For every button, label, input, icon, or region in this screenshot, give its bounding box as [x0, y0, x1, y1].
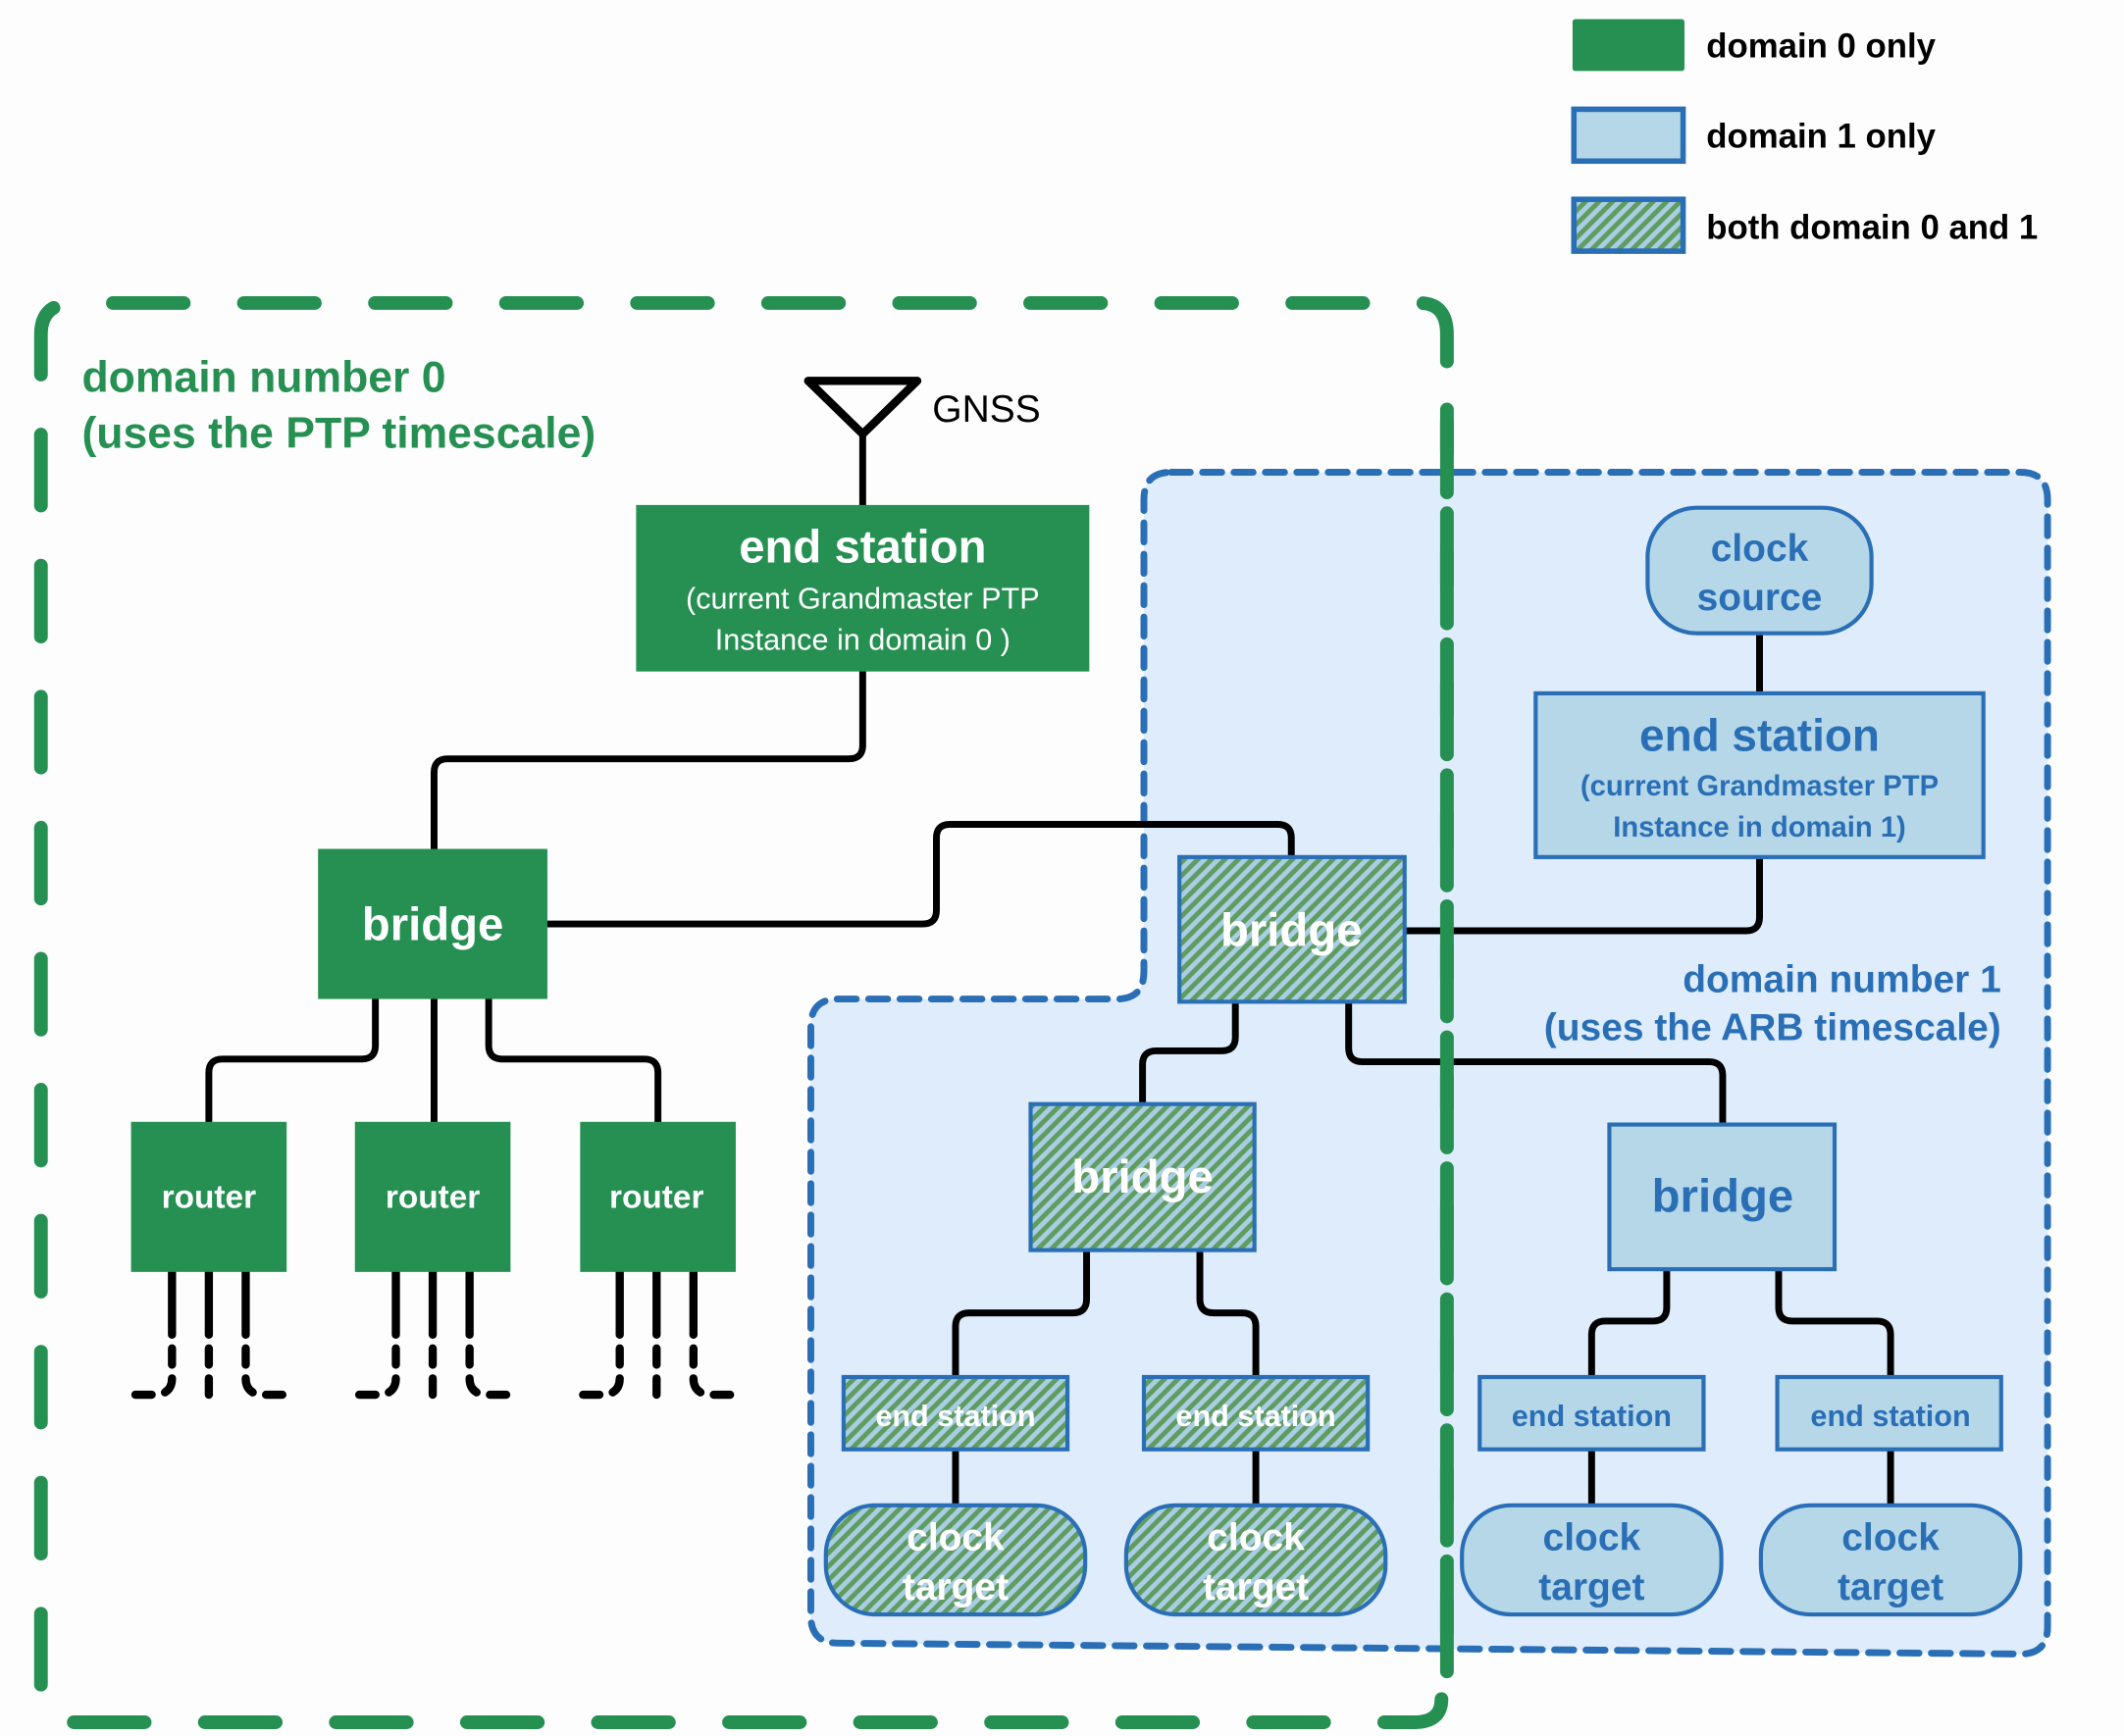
end-station-node-2[interactable]: end station	[1141, 1374, 1371, 1452]
clock-target-node-3[interactable]: clock target	[1460, 1503, 1724, 1617]
clock-target-node-1[interactable]: clock target	[823, 1503, 1088, 1617]
svg-text:clock: clock	[1711, 528, 1809, 570]
clock-source-node[interactable]: clock source	[1645, 505, 1874, 636]
svg-text:clock: clock	[1207, 1517, 1305, 1559]
svg-text:end station: end station	[1175, 1400, 1335, 1433]
domain0-title-line1: domain number 0	[81, 353, 445, 401]
svg-text:end station: end station	[1639, 709, 1880, 760]
svg-text:router: router	[386, 1179, 480, 1215]
svg-text:target: target	[1538, 1566, 1644, 1608]
legend: domain 0 only domain 1 only both domain …	[1571, 19, 2038, 254]
clock-target-node-2[interactable]: clock target	[1123, 1503, 1388, 1617]
svg-text:clock: clock	[1543, 1517, 1641, 1559]
bridge-both-top-node[interactable]: bridge	[1177, 854, 1407, 1004]
router-node-2[interactable]: router	[354, 1121, 511, 1272]
legend-label-domain1: domain 1 only	[1706, 118, 1936, 155]
bridge-domain0-node[interactable]: bridge	[318, 848, 547, 999]
router-node-1[interactable]: router	[130, 1121, 287, 1272]
svg-text:(current Grandmaster PTP: (current Grandmaster PTP	[1580, 771, 1939, 802]
legend-swatch-domain0	[1572, 19, 1684, 72]
domain0-title-line2: (uses the PTP timescale)	[81, 409, 596, 457]
end-station-node-3[interactable]: end station	[1477, 1374, 1706, 1452]
svg-text:target: target	[903, 1566, 1009, 1608]
svg-text:target: target	[1838, 1566, 1943, 1608]
ptp-domains-diagram: domain 0 only domain 1 only both domain …	[33, 19, 2051, 1729]
end-station-node-1[interactable]: end station	[841, 1374, 1070, 1452]
legend-label-domain0: domain 0 only	[1706, 28, 1936, 66]
gnss-label: GNSS	[932, 388, 1040, 431]
legend-swatch-both	[1571, 196, 1686, 254]
svg-text:router: router	[162, 1179, 256, 1215]
svg-text:Instance in domain 0 ): Instance in domain 0 )	[715, 623, 1010, 656]
gnss-antenna-icon	[803, 377, 922, 438]
legend-label-both: both domain 0 and 1	[1706, 210, 2038, 247]
router-ports	[121, 1269, 740, 1400]
svg-text:end station: end station	[1512, 1400, 1672, 1433]
svg-text:router: router	[609, 1179, 703, 1215]
legend-swatch-domain1	[1571, 106, 1686, 165]
svg-text:clock: clock	[907, 1517, 1005, 1559]
svg-text:bridge: bridge	[1652, 1171, 1794, 1223]
router-node-3[interactable]: router	[580, 1121, 736, 1272]
domain1-title-line2: (uses the ARB timescale)	[1544, 1006, 2001, 1048]
svg-text:end station: end station	[1810, 1400, 1970, 1433]
bridge-domain1-node[interactable]: bridge	[1607, 1122, 1838, 1272]
svg-text:Instance in domain 1): Instance in domain 1)	[1613, 812, 1906, 843]
grandmaster-domain1-node[interactable]: end station (current Grandmaster PTP Ins…	[1533, 690, 1986, 859]
grandmaster-domain0-node[interactable]: end station (current Grandmaster PTP Ins…	[636, 504, 1090, 672]
bridge-both-mid-node[interactable]: bridge	[1028, 1101, 1257, 1252]
end-station-node-4[interactable]: end station	[1775, 1374, 2003, 1452]
svg-text:end station: end station	[739, 521, 986, 573]
svg-text:bridge: bridge	[1220, 904, 1363, 956]
svg-text:target: target	[1203, 1566, 1309, 1608]
svg-text:(current Grandmaster PTP: (current Grandmaster PTP	[686, 583, 1040, 616]
svg-text:bridge: bridge	[362, 899, 504, 951]
svg-text:source: source	[1697, 577, 1823, 619]
svg-text:end station: end station	[875, 1400, 1035, 1433]
domain1-title-line1: domain number 1	[1683, 959, 2001, 1001]
svg-text:bridge: bridge	[1071, 1151, 1214, 1203]
svg-text:clock: clock	[1841, 1517, 1940, 1559]
clock-target-node-4[interactable]: clock target	[1758, 1503, 2023, 1617]
